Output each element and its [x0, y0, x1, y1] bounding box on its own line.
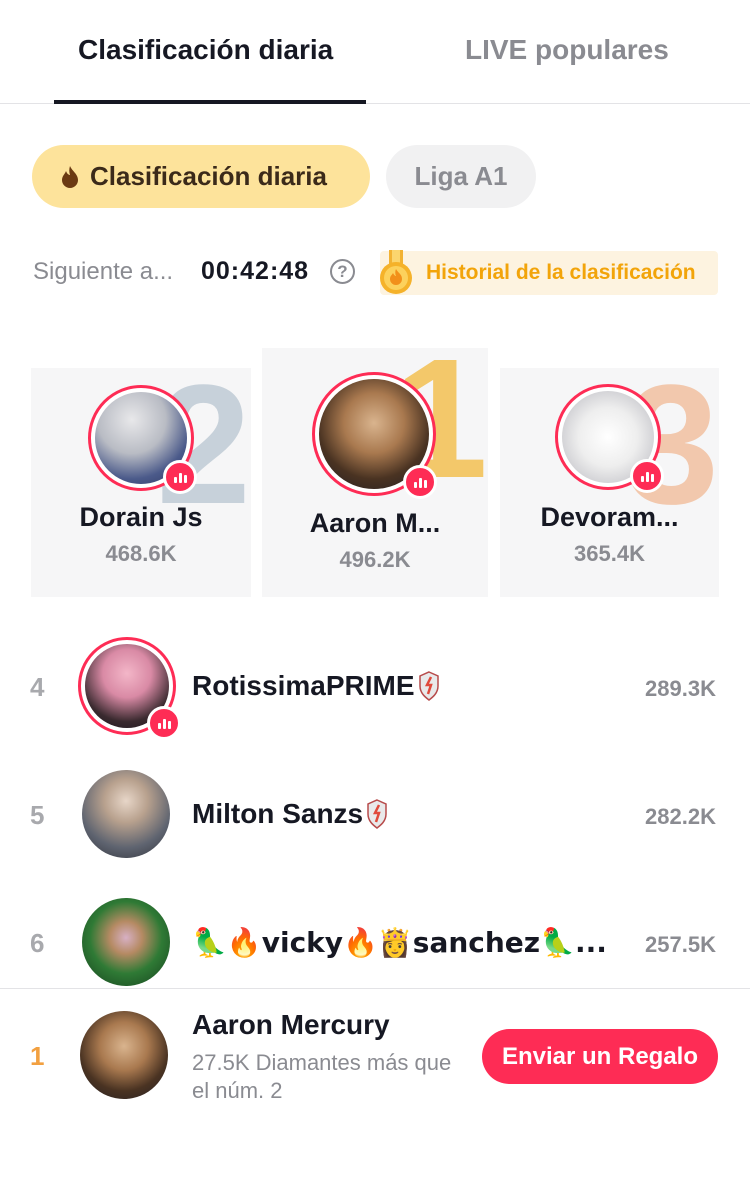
tab-bar: Clasificación diaria LIVE populares: [0, 0, 750, 104]
live-badge-icon: [630, 459, 664, 493]
chip-league-a1[interactable]: Liga A1: [386, 145, 536, 208]
podium-score: 496.2K: [339, 547, 411, 572]
countdown-label: Siguiente a...: [33, 258, 174, 285]
podium-second-place[interactable]: 2 Dorain Js 468.6K: [31, 368, 251, 597]
list-item[interactable]: 5 Milton Sanzs 282.2K: [0, 755, 750, 875]
user-name-text: Milton Sanzs: [192, 798, 364, 829]
podium-score: 468.6K: [105, 541, 177, 566]
my-ranking-bar: 1 Aaron Mercury 27.5K Diamantes más que …: [0, 988, 750, 1180]
avatar[interactable]: [88, 385, 197, 494]
countdown-timer: 00:42:48: [201, 257, 310, 285]
user-score: 289.3K: [645, 676, 716, 701]
user-name: 🦜🔥vicky🔥👸sanchez🦜...: [192, 926, 607, 959]
rank-number: 5: [30, 800, 45, 830]
send-gift-button[interactable]: Enviar un Regalo: [482, 1029, 718, 1084]
podium-name: Devoram...: [540, 502, 679, 532]
medal-icon: [380, 250, 412, 294]
ranking-history-button[interactable]: Historial de la clasificación: [380, 251, 718, 295]
avatar[interactable]: [80, 1011, 168, 1099]
tab-daily-ranking[interactable]: Clasificación diaria: [78, 34, 333, 66]
rank-number: 6: [30, 928, 45, 958]
shield-badge-icon: [418, 671, 439, 701]
podium-score: 365.4K: [574, 541, 645, 566]
podium-first-place[interactable]: 1 Aaron M... 496.2K: [262, 348, 488, 597]
avatar[interactable]: [555, 384, 664, 493]
podium-name: Aaron M...: [309, 508, 441, 538]
shield-badge-icon: [367, 799, 387, 829]
list-item[interactable]: 6 🦜🔥vicky🔥👸sanchez🦜... 257.5K: [0, 883, 750, 1003]
user-score: 282.2K: [645, 804, 716, 829]
rank-number: 4: [30, 672, 45, 702]
podium-name: Dorain Js: [79, 502, 203, 532]
avatar[interactable]: [78, 637, 181, 740]
avatar[interactable]: [312, 372, 437, 499]
flame-icon: [62, 165, 78, 188]
my-rank-number: 1: [30, 1041, 45, 1071]
live-badge-icon: [403, 465, 437, 499]
list-item[interactable]: 4 RotissimaPRIME 289.3K: [0, 627, 750, 747]
user-score: 257.5K: [645, 932, 716, 957]
live-badge-icon: [163, 460, 197, 494]
my-name: Aaron Mercury: [192, 1009, 390, 1040]
avatar[interactable]: [82, 770, 170, 858]
user-name-text: 🦜🔥vicky🔥👸sanchez🦜...: [192, 926, 607, 959]
avatar[interactable]: [82, 898, 170, 986]
tab-live-popular[interactable]: LIVE populares: [465, 34, 669, 66]
podium-third-place[interactable]: 3 Devoram... 365.4K: [500, 368, 719, 597]
user-name: Milton Sanzs: [192, 798, 387, 830]
user-name-text: RotissimaPRIME: [192, 670, 415, 701]
help-icon[interactable]: ?: [330, 259, 355, 284]
tab-active-indicator: [54, 100, 366, 104]
diamond-lead-text: 27.5K Diamantes más que el núm. 2: [192, 1050, 452, 1103]
chip-daily-label: Clasificación diaria: [90, 161, 327, 191]
ranking-history-label: Historial de la clasificación: [426, 261, 696, 284]
chip-daily-ranking[interactable]: Clasificación diaria: [32, 145, 370, 208]
live-badge-icon: [147, 706, 181, 740]
user-name: RotissimaPRIME: [192, 670, 439, 702]
